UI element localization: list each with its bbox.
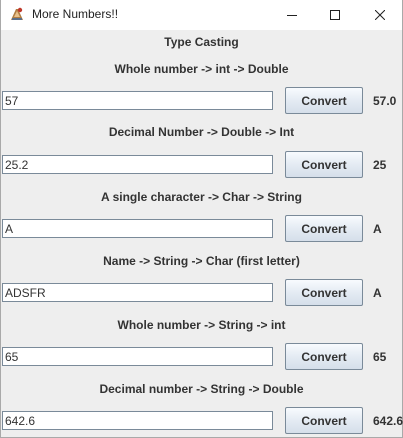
result-5: 65 bbox=[373, 350, 387, 364]
single-character-input[interactable]: A bbox=[2, 219, 273, 238]
row-1-label: Whole number -> int -> Double bbox=[114, 62, 289, 76]
result-6: 642.6 bbox=[373, 414, 403, 428]
app-window: More Numbers!! Type Casting Whole number… bbox=[0, 0, 403, 438]
row-6-label: Decimal number -> String -> Double bbox=[99, 382, 304, 396]
row-3-label: A single character -> Char -> String bbox=[101, 190, 302, 204]
row-4-label: Name -> String -> Char (first letter) bbox=[103, 254, 300, 268]
section-title: Type Casting bbox=[164, 35, 239, 49]
title-bar[interactable]: More Numbers!! bbox=[1, 0, 402, 30]
maximize-icon bbox=[330, 10, 340, 20]
decimal-number-input[interactable]: 25.2 bbox=[2, 155, 273, 174]
maximize-button[interactable] bbox=[312, 0, 358, 30]
window-title: More Numbers!! bbox=[32, 7, 119, 21]
convert-button-4[interactable]: Convert bbox=[285, 279, 363, 306]
result-3: A bbox=[373, 222, 382, 236]
result-2: 25 bbox=[373, 158, 387, 172]
convert-button-2[interactable]: Convert bbox=[285, 151, 363, 178]
name-input[interactable]: ADSFR bbox=[2, 283, 273, 302]
row-2-label: Decimal Number -> Double -> Int bbox=[108, 125, 295, 139]
row-5-label: Whole number -> String -> int bbox=[117, 318, 286, 332]
convert-button-5[interactable]: Convert bbox=[285, 343, 363, 370]
convert-button-6[interactable]: Convert bbox=[285, 407, 363, 434]
close-icon bbox=[375, 10, 385, 20]
whole-number-string-input[interactable]: 65 bbox=[2, 347, 273, 366]
minimize-icon bbox=[287, 10, 297, 20]
convert-button-1[interactable]: Convert bbox=[285, 87, 363, 114]
convert-button-3[interactable]: Convert bbox=[285, 215, 363, 242]
close-button[interactable] bbox=[357, 0, 403, 30]
minimize-button[interactable] bbox=[269, 0, 315, 30]
whole-number-input[interactable]: 57 bbox=[2, 91, 273, 110]
java-app-icon bbox=[9, 6, 25, 22]
result-4: A bbox=[373, 286, 382, 300]
decimal-number-string-input[interactable]: 642.6 bbox=[2, 411, 273, 430]
result-1: 57.0 bbox=[373, 94, 397, 108]
